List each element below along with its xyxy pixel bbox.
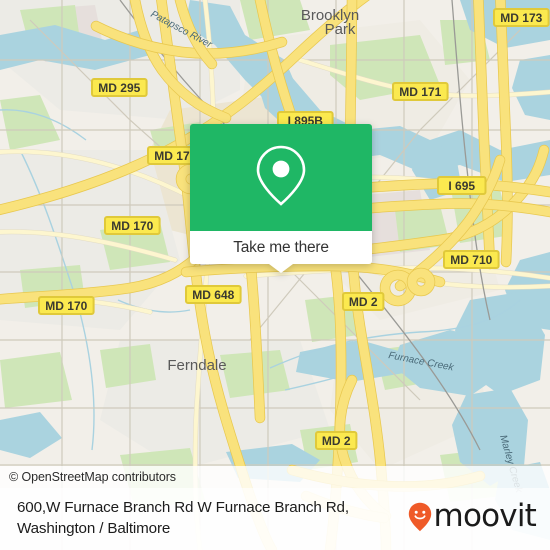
route-shield-label: MD 295 <box>98 81 140 95</box>
moovit-logo[interactable]: moovit <box>408 498 537 534</box>
map-pin-icon <box>251 142 311 213</box>
address-line-1: 600,W Furnace Branch Rd W Furnace Branch… <box>17 499 349 516</box>
take-me-there-label: Take me there <box>233 238 329 256</box>
address-text: 600,W Furnace Branch Rd W Furnace Branch… <box>17 497 397 539</box>
route-shield-label: MD 170 <box>45 299 87 313</box>
moovit-wordmark: moovit <box>433 498 537 534</box>
route-shield: MD 170 <box>38 296 95 315</box>
location-popup[interactable]: Take me there <box>190 124 372 273</box>
route-shield: MD 2 <box>315 431 358 450</box>
route-shield-label: MD 710 <box>450 253 492 267</box>
route-shield: MD 2 <box>342 292 385 311</box>
address-line-2: Washington / Baltimore <box>17 520 171 537</box>
route-shield-label: MD 2 <box>349 295 378 309</box>
popup-image-panel <box>190 124 372 231</box>
route-shield-label: MD 171 <box>399 85 441 99</box>
take-me-there-button[interactable]: Take me there <box>190 231 372 264</box>
route-shield: MD 170 <box>104 216 161 235</box>
route-shield: MD 173 <box>493 8 550 27</box>
route-shield-label: MD 2 <box>322 434 351 448</box>
route-shield: MD 171 <box>392 82 449 101</box>
route-shield-label: I 695 <box>448 179 475 193</box>
map-place-label: Park <box>325 21 356 38</box>
moovit-pin-icon <box>408 502 432 532</box>
moovit-map-screenshot: .rd { fill:none; stroke:#f9e27c; stroke-… <box>0 0 550 550</box>
route-shield: MD 710 <box>443 250 500 269</box>
route-shield-label: MD 170 <box>111 219 153 233</box>
route-shield-label: MD 173 <box>500 11 542 25</box>
map-place-label: Ferndale <box>167 357 226 374</box>
route-shield: I 695 <box>437 176 487 195</box>
attribution-text[interactable]: © OpenStreetMap contributors <box>0 470 176 484</box>
map-attribution-bar: © OpenStreetMap contributors <box>0 466 550 488</box>
popup-pointer-tail <box>269 264 293 273</box>
route-shield: MD 295 <box>91 78 148 97</box>
route-shield-label: MD 648 <box>192 288 234 302</box>
route-shield: MD 648 <box>185 285 242 304</box>
footer-bar: 600,W Furnace Branch Rd W Furnace Branch… <box>0 488 550 550</box>
